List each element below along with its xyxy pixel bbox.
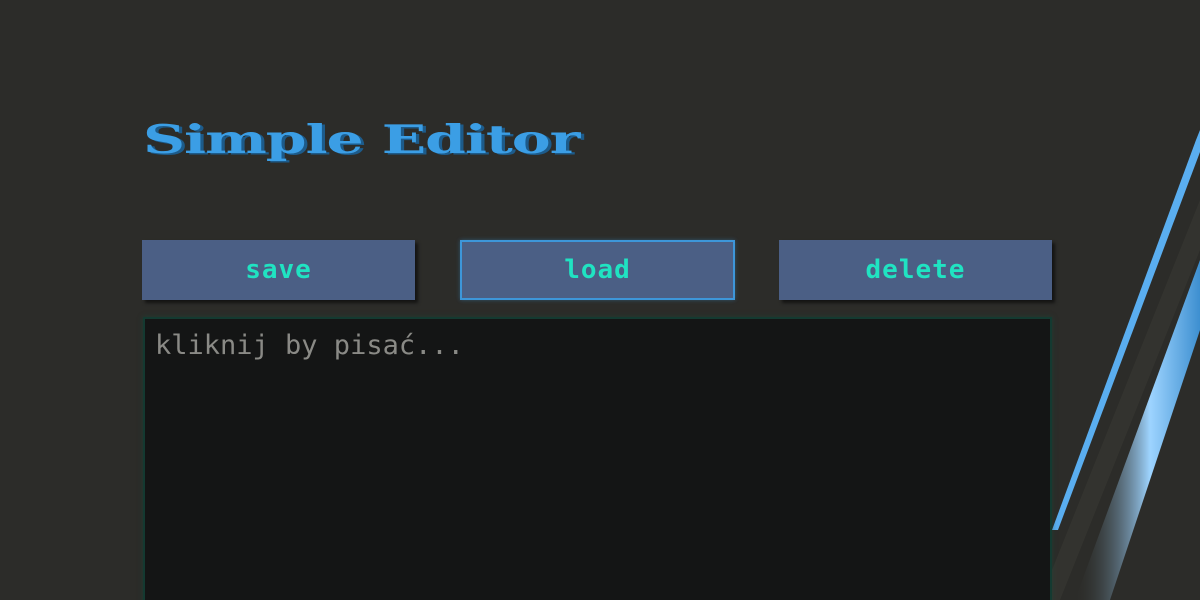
stripe-shadow: [1040, 200, 1200, 600]
stripe-thin: [1052, 130, 1200, 530]
save-button[interactable]: save: [142, 240, 415, 300]
editor-textarea[interactable]: [143, 317, 1052, 600]
load-button[interactable]: load: [460, 240, 735, 300]
delete-button[interactable]: delete: [779, 240, 1052, 300]
stripe-wide: [1075, 260, 1200, 600]
page-title: Simple Editor: [143, 116, 580, 163]
page: Simple Editor save load delete: [0, 0, 1200, 600]
